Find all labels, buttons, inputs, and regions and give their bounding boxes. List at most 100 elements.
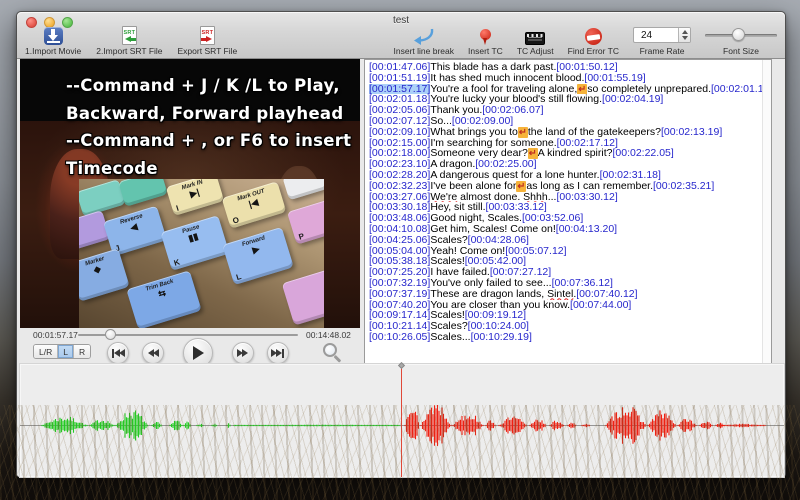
start-timecode[interactable]: [00:02:15.00]: [369, 138, 430, 149]
end-timecode[interactable]: [00:03:33.12]: [486, 202, 547, 213]
channel-option-lr[interactable]: L/R: [34, 345, 58, 358]
subtitle-row[interactable]: [00:10:21.14]Scales?[00:10:24.00]: [369, 321, 762, 332]
end-timecode[interactable]: [00:02:01.11]: [711, 84, 762, 95]
start-timecode[interactable]: [00:01:57.17]: [369, 84, 430, 95]
waveform-panel[interactable]: [20, 364, 784, 477]
end-timecode[interactable]: [00:07:44.00]: [570, 300, 631, 311]
end-timecode[interactable]: [00:02:31.18]: [600, 170, 661, 181]
start-timecode[interactable]: [00:03:27.06]: [369, 192, 430, 203]
slider-thumb[interactable]: [732, 28, 745, 41]
find-error-tc-button[interactable]: Find Error TC: [568, 27, 619, 56]
start-timecode[interactable]: [00:02:05.06]: [369, 105, 430, 116]
start-timecode[interactable]: [00:03:30.18]: [369, 202, 430, 213]
subtitle-row[interactable]: [00:09:17.14]Scales![00:09:19.12]: [369, 310, 762, 321]
frame-rate-stepper[interactable]: 24: [633, 27, 691, 43]
start-timecode[interactable]: [00:02:18.00]: [369, 148, 430, 159]
fast-forward-button[interactable]: [232, 342, 254, 364]
subtitle-row[interactable]: [00:07:37.19]These are dragon lands, Sin…: [369, 289, 762, 300]
subtitle-row[interactable]: [00:07:40.20]You are closer than you kno…: [369, 300, 762, 311]
end-timecode[interactable]: [00:02:06.07]: [482, 105, 543, 116]
subtitle-row[interactable]: [00:02:28.20]A dangerous quest for a lon…: [369, 170, 762, 181]
skip-to-start-button[interactable]: [107, 342, 129, 364]
channel-selector[interactable]: L/R L R: [33, 344, 91, 359]
end-timecode[interactable]: [00:03:52.06]: [522, 213, 583, 224]
subtitle-row[interactable]: [00:07:32.19]You've only failed to see..…: [369, 278, 762, 289]
scrollbar-track[interactable]: [762, 60, 771, 363]
subtitle-row[interactable]: [00:04:10.08]Get him, Scales! Come on![0…: [369, 224, 762, 235]
channel-option-r[interactable]: R: [74, 345, 90, 358]
stepper-arrows-icon[interactable]: [678, 28, 690, 42]
start-timecode[interactable]: [00:07:40.20]: [369, 300, 430, 311]
font-size-slider[interactable]: [705, 27, 777, 43]
subtitle-row[interactable]: [00:03:30.18]Hey, sit still.[00:03:33.12…: [369, 202, 762, 213]
insert-tc-button[interactable]: Insert TC: [468, 27, 503, 56]
end-timecode[interactable]: [00:07:40.12]: [576, 289, 637, 300]
tc-adjust-button[interactable]: TC Adjust: [517, 28, 554, 56]
seek-slider[interactable]: [78, 328, 298, 341]
subtitle-row[interactable]: [00:02:15.00]I'm searching for someone.[…: [369, 138, 762, 149]
end-timecode[interactable]: [00:10:24.00]: [468, 321, 529, 332]
start-timecode[interactable]: [00:10:26.05]: [369, 332, 430, 343]
start-timecode[interactable]: [00:02:32.23]: [369, 181, 430, 192]
end-timecode[interactable]: [00:10:29.19]: [471, 332, 532, 343]
subtitle-row[interactable]: [00:01:51.19]It has shed much innocent b…: [369, 73, 762, 84]
end-timecode[interactable]: [00:02:04.19]: [602, 94, 663, 105]
start-timecode[interactable]: [00:07:25.20]: [369, 267, 430, 278]
subtitle-row[interactable]: [00:02:07.12]So...[00:02:09.00]: [369, 116, 762, 127]
subtitle-row[interactable]: [00:02:05.06]Thank you.[00:02:06.07]: [369, 105, 762, 116]
end-timecode[interactable]: [00:09:19.12]: [465, 310, 526, 321]
title-bar[interactable]: test 1.Import Movie SRT 2.Import SRT Fil…: [17, 12, 785, 59]
seek-thumb[interactable]: [105, 329, 116, 340]
subtitle-row[interactable]: [00:02:32.23]I've been alone for↵as long…: [369, 181, 762, 192]
start-timecode[interactable]: [00:07:37.19]: [369, 289, 430, 300]
start-timecode[interactable]: [00:02:28.20]: [369, 170, 430, 181]
start-timecode[interactable]: [00:10:21.14]: [369, 321, 430, 332]
end-timecode[interactable]: [00:04:13.20]: [556, 224, 617, 235]
subtitle-row[interactable]: [00:03:27.06]We're almost done. Shhh...[…: [369, 192, 762, 203]
skip-to-end-button[interactable]: [267, 342, 289, 364]
end-timecode[interactable]: [00:02:22.05]: [612, 148, 673, 159]
start-timecode[interactable]: [00:02:07.12]: [369, 116, 430, 127]
subtitle-row[interactable]: [00:02:01.18]You're lucky your blood's s…: [369, 94, 762, 105]
start-timecode[interactable]: [00:01:47.06]: [369, 62, 430, 73]
subtitle-row[interactable]: [00:04:25.06]Scales?[00:04:28.06]: [369, 235, 762, 246]
start-timecode[interactable]: [00:04:10.08]: [369, 224, 430, 235]
subtitle-row[interactable]: [00:05:38.18]Scales![00:05:42.00]: [369, 256, 762, 267]
end-timecode[interactable]: [00:07:36.12]: [552, 278, 613, 289]
zoom-waveform-icon[interactable]: [323, 343, 337, 357]
start-timecode[interactable]: [00:01:51.19]: [369, 73, 430, 84]
end-timecode[interactable]: [00:07:27.12]: [490, 267, 551, 278]
insert-line-break-button[interactable]: Insert line break: [394, 28, 454, 56]
start-timecode[interactable]: [00:03:48.06]: [369, 213, 430, 224]
import-srt-button[interactable]: SRT 2.Import SRT File: [96, 26, 162, 56]
end-timecode[interactable]: [00:02:17.12]: [557, 138, 618, 149]
start-timecode[interactable]: [00:05:04.00]: [369, 246, 430, 257]
end-timecode[interactable]: [00:03:30.12]: [556, 192, 617, 203]
playhead-line[interactable]: [401, 364, 402, 477]
end-timecode[interactable]: [00:02:35.21]: [653, 181, 714, 192]
subtitle-row[interactable]: [00:05:04.00]Yeah! Come on![00:05:07.12]: [369, 246, 762, 257]
start-timecode[interactable]: [00:07:32.19]: [369, 278, 430, 289]
start-timecode[interactable]: [00:02:09.10]: [369, 127, 430, 138]
end-timecode[interactable]: [00:02:09.00]: [452, 116, 513, 127]
subtitle-row[interactable]: [00:10:26.05]Scales...[00:10:29.19]: [369, 332, 762, 343]
subtitle-row[interactable]: [00:07:25.20]I have failed.[00:07:27.12]: [369, 267, 762, 278]
end-timecode[interactable]: [00:05:42.00]: [465, 256, 526, 267]
start-timecode[interactable]: [00:04:25.06]: [369, 235, 430, 246]
end-timecode[interactable]: [00:01:55.19]: [584, 73, 645, 84]
subtitle-list[interactable]: [00:01:47.06]This blade has a dark past.…: [365, 60, 762, 363]
subtitle-row[interactable]: [00:02:23.10]A dragon.[00:02:25.00]: [369, 159, 762, 170]
end-timecode[interactable]: [00:04:28.06]: [468, 235, 529, 246]
end-timecode[interactable]: [00:05:07.12]: [505, 246, 566, 257]
subtitle-row[interactable]: [00:02:09.10]What brings you to↵the land…: [369, 127, 762, 138]
start-timecode[interactable]: [00:02:01.18]: [369, 94, 430, 105]
rewind-button[interactable]: [142, 342, 164, 364]
export-srt-button[interactable]: SRT Export SRT File: [178, 26, 238, 56]
start-timecode[interactable]: [00:02:23.10]: [369, 159, 430, 170]
start-timecode[interactable]: [00:05:38.18]: [369, 256, 430, 267]
video-player[interactable]: Mark IN▶|IMark OUT|◀OPReverse◀JPause▮▮KF…: [20, 59, 360, 328]
subtitle-row[interactable]: [00:03:48.06]Good night, Scales.[00:03:5…: [369, 213, 762, 224]
subtitle-row[interactable]: [00:02:18.00]Someone very dear?↵A kindre…: [369, 148, 762, 159]
start-timecode[interactable]: [00:09:17.14]: [369, 310, 430, 321]
subtitle-row[interactable]: [00:01:47.06]This blade has a dark past.…: [369, 62, 762, 73]
